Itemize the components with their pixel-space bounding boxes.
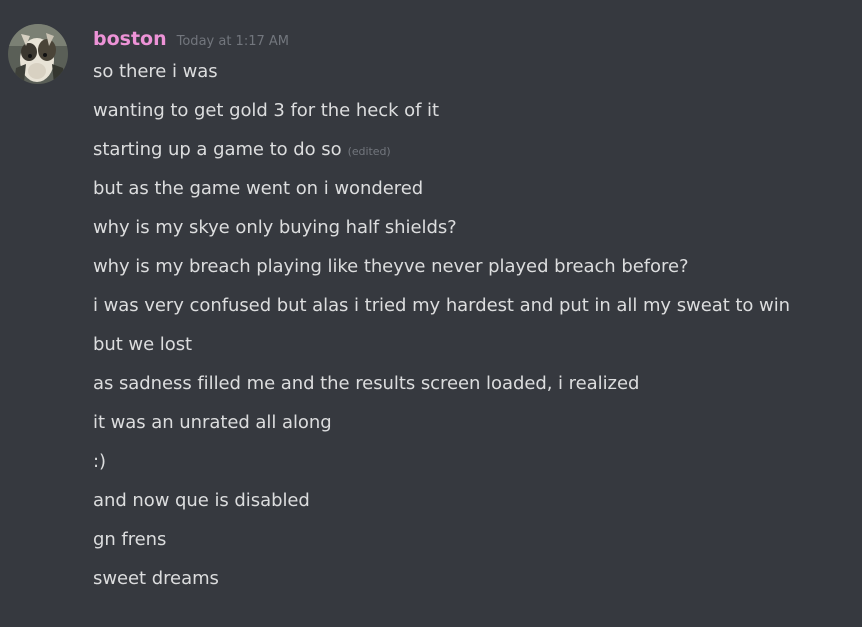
message-text: starting up a game to do so (93, 139, 342, 160)
username[interactable]: boston (93, 26, 167, 52)
message-text: why is my skye only buying half shields? (93, 217, 457, 238)
message-text: :) (93, 451, 106, 472)
message-line[interactable]: wanting to get gold 3 for the heck of it (93, 100, 862, 139)
message-text: i was very confused but alas i tried my … (93, 295, 791, 316)
message-text: why is my breach playing like theyve nev… (93, 256, 689, 277)
edited-label: (edited) (347, 145, 391, 158)
message-line[interactable]: why is my skye only buying half shields? (93, 217, 862, 256)
message-text: it was an unrated all along (93, 412, 332, 433)
message-text: wanting to get gold 3 for the heck of it (93, 100, 439, 121)
message-text: so there i was (93, 61, 218, 82)
timestamp[interactable]: Today at 1:17 AM (177, 29, 289, 55)
message-line[interactable]: but we lost (93, 334, 862, 373)
message-line[interactable]: :) (93, 451, 862, 490)
message-line[interactable]: but as the game went on i wondered (93, 178, 862, 217)
llama-avatar-icon (8, 24, 68, 84)
message-group: boston Today at 1:17 AM so there i was wa… (0, 0, 862, 627)
user-avatar[interactable] (8, 24, 68, 84)
message-line[interactable]: it was an unrated all along (93, 412, 862, 451)
message-line[interactable]: gn frens (93, 529, 862, 568)
message-text: and now que is disabled (93, 490, 310, 511)
message-line[interactable]: and now que is disabled (93, 490, 862, 529)
message-line[interactable]: as sadness filled me and the results scr… (93, 373, 862, 412)
message-line[interactable]: sweet dreams (93, 568, 862, 607)
message-text: but as the game went on i wondered (93, 178, 424, 199)
message-line[interactable]: so there i was (93, 61, 862, 100)
message-header: boston Today at 1:17 AM (93, 26, 862, 52)
message-text: sweet dreams (93, 568, 219, 589)
message-text: but we lost (93, 334, 193, 355)
message-list: so there i was wanting to get gold 3 for … (93, 61, 862, 607)
message-content: boston Today at 1:17 AM so there i was wa… (93, 26, 862, 607)
message-line[interactable]: why is my breach playing like theyve nev… (93, 256, 862, 295)
message-line[interactable]: i was very confused but alas i tried my … (93, 295, 862, 334)
message-line[interactable]: starting up a game to do so (edited) (93, 139, 862, 178)
message-text: gn frens (93, 529, 167, 550)
message-text: as sadness filled me and the results scr… (93, 373, 640, 394)
